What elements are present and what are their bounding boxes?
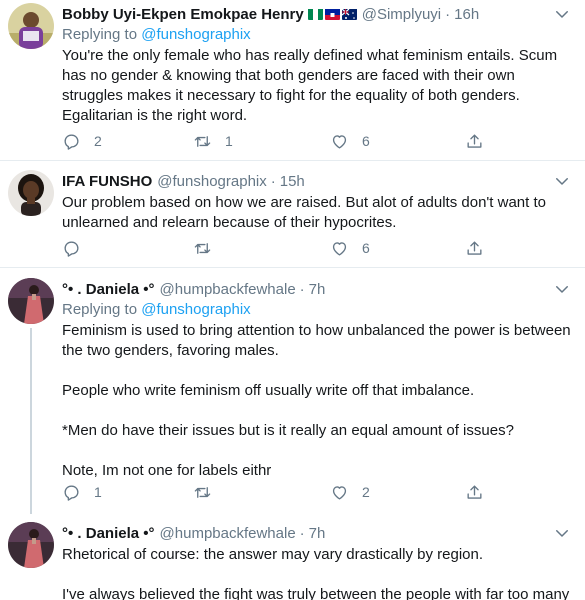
australia-flag-icon xyxy=(341,8,357,20)
separator-dot: · xyxy=(299,280,305,298)
chevron-down-icon[interactable] xyxy=(553,172,571,190)
avatar[interactable] xyxy=(8,522,54,568)
chevron-down-icon[interactable] xyxy=(553,524,571,542)
replying-to-link[interactable]: @funshographix xyxy=(141,301,250,318)
tweet-actions: 1 2 xyxy=(62,481,522,503)
share-icon xyxy=(467,240,482,255)
heart-icon xyxy=(332,241,347,256)
share-button[interactable] xyxy=(465,130,484,152)
handle[interactable]: @Simplyuyi xyxy=(362,6,441,23)
retweet-icon xyxy=(194,486,211,498)
reply-count: 1 xyxy=(94,484,102,500)
tweet-text: Feminism is used to bring attention to h… xyxy=(62,322,571,479)
tweet-text: You're the only female who has really de… xyxy=(62,47,558,124)
replying-to: Replying to @funshographix xyxy=(62,25,575,45)
share-button[interactable] xyxy=(465,481,484,503)
tweet[interactable]: IFA FUNSHO @funshographix · 15h Our prob… xyxy=(0,161,585,267)
heart-icon xyxy=(332,485,347,500)
retweet-button[interactable] xyxy=(193,237,225,259)
retweet-icon xyxy=(194,242,211,254)
share-icon xyxy=(467,484,482,499)
timestamp[interactable]: 7h xyxy=(309,281,326,298)
like-button[interactable]: 2 xyxy=(330,481,370,503)
tweet-actions: 2 1 6 xyxy=(62,130,522,152)
avatar[interactable] xyxy=(8,278,54,324)
retweet-count: 1 xyxy=(225,133,233,149)
display-name[interactable]: °• . Daniela •° xyxy=(62,281,155,298)
display-name[interactable]: Bobby Uyi-Ekpen Emokpae Henry xyxy=(62,6,304,23)
like-count: 6 xyxy=(362,133,370,149)
replying-to: Replying to @funshographix xyxy=(62,300,575,320)
timestamp[interactable]: 15h xyxy=(280,173,305,190)
timestamp[interactable]: 16h xyxy=(454,6,479,23)
like-count: 6 xyxy=(362,240,370,256)
handle[interactable]: @humpbackfewhale xyxy=(160,525,296,542)
display-name[interactable]: IFA FUNSHO xyxy=(62,173,152,190)
reply-button[interactable]: 1 xyxy=(62,481,102,503)
avatar[interactable] xyxy=(8,170,54,216)
tweet[interactable]: °• . Daniela •° @humpbackfewhale · 7h Rh… xyxy=(0,514,585,600)
reply-button[interactable]: 2 xyxy=(62,130,102,152)
retweet-button[interactable] xyxy=(193,481,225,503)
share-icon xyxy=(467,133,482,148)
replying-to-link[interactable]: @funshographix xyxy=(141,26,250,43)
tweet[interactable]: Bobby Uyi-Ekpen Emokpae Henry @Simplyuyi… xyxy=(0,0,585,160)
conversation-timeline: Bobby Uyi-Ekpen Emokpae Henry @Simplyuyi… xyxy=(0,0,585,600)
tweet-actions: 6 xyxy=(62,237,522,259)
flag-emojis xyxy=(307,8,357,20)
handle[interactable]: @funshographix xyxy=(157,173,266,190)
nigeria-flag-icon xyxy=(307,8,323,20)
handle[interactable]: @humpbackfewhale xyxy=(160,281,296,298)
haiti-flag-icon xyxy=(324,8,340,20)
tweet[interactable]: °• . Daniela •° @humpbackfewhale · 7h Re… xyxy=(0,268,585,514)
reply-icon xyxy=(64,133,79,150)
like-count: 2 xyxy=(362,484,370,500)
reply-count: 2 xyxy=(94,133,102,149)
timestamp[interactable]: 7h xyxy=(309,525,326,542)
reply-button[interactable] xyxy=(62,237,94,259)
heart-icon xyxy=(332,134,347,149)
share-button[interactable] xyxy=(465,237,484,259)
display-name[interactable]: °• . Daniela •° xyxy=(62,525,155,542)
replying-to-label: Replying to xyxy=(62,301,142,318)
thread-connector xyxy=(30,328,32,514)
tweet-text: Rhetorical of course: the answer may var… xyxy=(62,546,570,600)
separator-dot: · xyxy=(270,172,276,190)
separator-dot: · xyxy=(445,5,451,23)
reply-icon xyxy=(64,484,79,501)
like-button[interactable]: 6 xyxy=(330,130,370,152)
replying-to-label: Replying to xyxy=(62,26,142,43)
reply-icon xyxy=(64,240,79,257)
tweet-text: Our problem based on how we are raised. … xyxy=(62,194,546,231)
separator-dot: · xyxy=(299,524,305,542)
avatar[interactable] xyxy=(8,3,54,49)
like-button[interactable]: 6 xyxy=(330,237,370,259)
chevron-down-icon[interactable] xyxy=(553,280,571,298)
chevron-down-icon[interactable] xyxy=(553,5,571,23)
retweet-icon xyxy=(194,135,211,147)
retweet-button[interactable]: 1 xyxy=(193,130,233,152)
